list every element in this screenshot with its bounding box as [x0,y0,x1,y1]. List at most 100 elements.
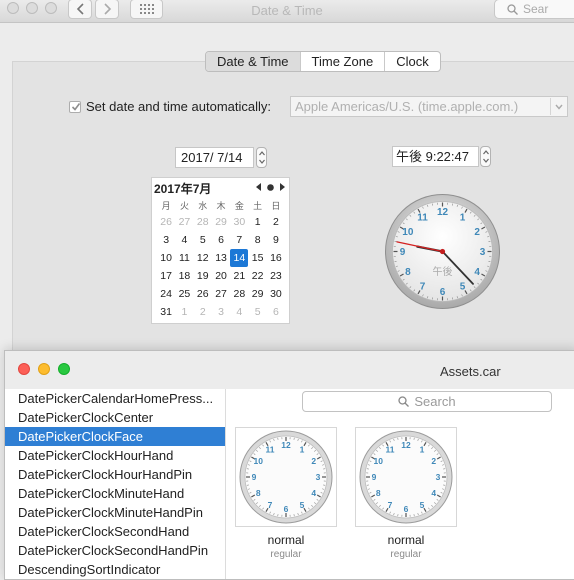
time-field[interactable]: 午後 9:22:47 [392,146,479,167]
asset-list-item[interactable]: DescendingSortIndicator [5,560,225,579]
calendar-day[interactable]: 19 [194,267,212,285]
calendar-day[interactable]: 18 [175,267,193,285]
calendar-day[interactable]: 1 [175,303,193,321]
calendar-day[interactable]: 1 [248,213,266,231]
calendar-day[interactable]: 29 [248,285,266,303]
calendar-day[interactable]: 15 [248,249,266,267]
calendar-day[interactable]: 6 [267,303,285,321]
minimize-button[interactable] [38,363,50,375]
tab-clock[interactable]: Clock [384,52,440,71]
tab-time-zone[interactable]: Time Zone [300,52,385,71]
asset-list-item[interactable]: DatePickerClockSecondHandPin [5,541,225,560]
calendar-day[interactable]: 4 [175,231,193,249]
calendar-day[interactable]: 28 [230,285,248,303]
calendar-day[interactable]: 26 [157,213,175,231]
calendar-day[interactable]: 6 [212,231,230,249]
tab-date-time[interactable]: Date & Time [206,52,300,71]
calendar-day[interactable]: 23 [267,267,285,285]
asset-list-item-selected[interactable]: DatePickerClockFace [5,427,225,446]
calendar-week-row: 17181920212223 [157,267,285,285]
search-placeholder: Sear [523,2,548,16]
calendar-day[interactable]: 17 [157,267,175,285]
calendar-day[interactable]: 3 [157,231,175,249]
calendar-day[interactable]: 30 [267,285,285,303]
clock-number: 6 [404,504,409,514]
clock-number: 7 [388,500,393,510]
calendar-day[interactable]: 30 [230,213,248,231]
calendar-day[interactable]: 13 [212,249,230,267]
next-month-icon[interactable] [279,183,285,191]
today-icon[interactable] [267,184,274,191]
clock-center-pin [440,249,445,254]
calendar-day[interactable]: 8 [248,231,266,249]
date-field[interactable]: 2017/ 7/14 [175,147,254,168]
calendar-day[interactable]: 4 [230,303,248,321]
calendar-day[interactable]: 5 [194,231,212,249]
calendar-day[interactable]: 27 [175,213,193,231]
clock-number: 11 [417,212,428,223]
calendar-day[interactable]: 20 [212,267,230,285]
title-bar: Date & Time Sear [0,0,574,23]
calendar-day[interactable]: 29 [212,213,230,231]
search-icon [398,396,409,407]
asset-list: DatePickerCalendarHomePress...DatePicker… [5,389,226,579]
calendar-day[interactable]: 31 [157,303,175,321]
previous-month-icon[interactable] [256,183,262,191]
calendar-day[interactable]: 22 [248,267,266,285]
analog-clock: 121234567891011 午後 [384,193,501,310]
calendar-day[interactable]: 16 [267,249,285,267]
search-field[interactable]: Sear [494,0,574,19]
clock-number: 5 [420,500,425,510]
clock-number: 4 [474,267,480,278]
asset-list-item[interactable]: DatePickerClockMinuteHandPin [5,503,225,522]
calendar-day[interactable]: 2 [194,303,212,321]
calendar-day[interactable]: 5 [248,303,266,321]
calendar-day[interactable]: 7 [230,231,248,249]
time-server-popup[interactable]: Apple Americas/U.S. (time.apple.com.) [290,96,568,117]
clock-number: 4 [311,488,316,498]
calendar-day-selected[interactable]: 14 [230,249,248,267]
calendar-week-row: 10111213141516 [157,249,285,267]
calendar-day[interactable]: 27 [212,285,230,303]
asset-list-item[interactable]: DatePickerClockCenter [5,408,225,427]
calendar-day[interactable]: 26 [194,285,212,303]
asset-list-item[interactable]: DatePickerClockHourHandPin [5,465,225,484]
calendar-day[interactable]: 2 [267,213,285,231]
asset-list-item[interactable]: DatePickerCalendarHomePress... [5,389,225,408]
date-stepper[interactable] [256,147,267,168]
calendar-weekday-row: 月火水木金土日 [157,199,285,213]
clock-number: 3 [436,472,441,482]
asset-thumbnail[interactable]: 121234567891011 [235,427,337,527]
close-button[interactable] [18,363,30,375]
calendar-day[interactable]: 25 [175,285,193,303]
assets-car-window: Assets.car DatePickerCalendarHomePress..… [4,350,574,580]
zoom-button[interactable] [58,363,70,375]
calendar-day[interactable]: 9 [267,231,285,249]
calendar-week-row: 31123456 [157,303,285,321]
asset-list-item[interactable]: DatePickerClockHourHand [5,446,225,465]
clock-number: 1 [300,444,305,454]
calendar-day[interactable]: 24 [157,285,175,303]
clock-number: 7 [268,500,273,510]
clock-number: 5 [460,282,466,293]
clock-number: 10 [254,456,264,466]
calendar-day[interactable]: 12 [194,249,212,267]
window-title: Date & Time [0,3,574,18]
calendar-day[interactable]: 10 [157,249,175,267]
clock-number: 6 [440,287,446,298]
calendar-weekday: 火 [175,199,193,213]
time-stepper[interactable] [480,146,491,167]
calendar-month-label: 2017年7月 [154,180,211,197]
calendar-day[interactable]: 11 [175,249,193,267]
asset-search-field[interactable]: Search [302,391,552,412]
asset-list-item[interactable]: DatePickerClockMinuteHand [5,484,225,503]
calendar-weekday: 水 [194,199,212,213]
calendar-day[interactable]: 28 [194,213,212,231]
clock-number: 9 [372,472,377,482]
asset-thumbnail[interactable]: 121234567891011 [355,427,457,527]
calendar-day[interactable]: 21 [230,267,248,285]
auto-set-checkbox[interactable] [69,101,81,113]
clock-number: 10 [374,456,384,466]
asset-list-item[interactable]: DatePickerClockSecondHand [5,522,225,541]
calendar-day[interactable]: 3 [212,303,230,321]
